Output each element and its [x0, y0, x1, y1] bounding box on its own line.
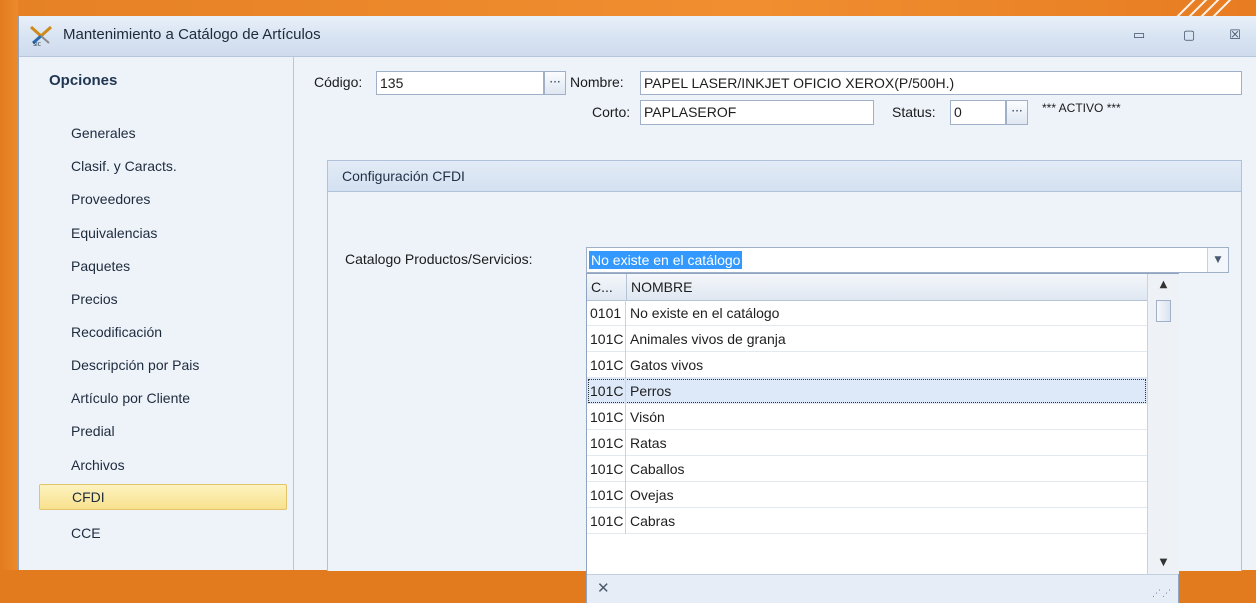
item-name: Gatos vivos: [630, 357, 704, 373]
minimize-button[interactable]: ▭: [1129, 26, 1149, 46]
corto-label: Corto:: [592, 104, 631, 120]
list-scrollbar[interactable]: ▲ ▼: [1147, 274, 1179, 574]
item-name: Cabras: [630, 513, 676, 529]
item-name: Ratas: [630, 435, 667, 451]
sidebar-item-articulo-cliente[interactable]: Artículo por Cliente: [71, 390, 190, 406]
status-lookup-button[interactable]: ···: [1006, 100, 1028, 125]
scroll-up-icon[interactable]: ▲: [1148, 276, 1179, 294]
sidebar-item-clasif[interactable]: Clasif. y Caracts.: [71, 158, 177, 174]
sidebar-item-generales[interactable]: Generales: [71, 125, 136, 141]
status-label: Status:: [892, 104, 936, 120]
catalog-selected-value: No existe en el catálogo: [589, 251, 743, 269]
cfdi-group-title: Configuración CFDI: [328, 161, 1241, 192]
corto-field[interactable]: PAPLASEROF: [640, 100, 874, 125]
sidebar-title: Opciones: [49, 72, 118, 89]
item-code: 101C: [590, 409, 624, 425]
close-button[interactable]: ☒: [1225, 26, 1245, 46]
sidebar-item-predial[interactable]: Predial: [71, 423, 115, 439]
sidebar-item-proveedores[interactable]: Proveedores: [71, 191, 150, 207]
column-header-code[interactable]: C...: [587, 274, 627, 300]
status-field[interactable]: 0: [950, 100, 1006, 125]
main-panel: Código: 135 ··· Nombre: PAPEL LASER/INKJ…: [294, 57, 1256, 603]
sidebar-item-precios[interactable]: Precios: [71, 291, 118, 307]
clear-icon[interactable]: ✕: [597, 579, 610, 597]
status-text: *** ACTIVO ***: [1042, 101, 1121, 115]
chevron-down-icon[interactable]: ▼: [1207, 248, 1228, 272]
item-code: 101C: [590, 461, 624, 477]
item-code: 101C: [590, 487, 624, 503]
sidebar-item-descripcion-pais[interactable]: Descripción por Pais: [71, 357, 199, 373]
codigo-lookup-button[interactable]: ···: [544, 71, 566, 95]
desktop-background-left: [0, 0, 18, 570]
catalog-dropdown-list[interactable]: C... NOMBRE 0101 No existe en el catálog…: [586, 273, 1179, 603]
list-item[interactable]: 101C Ratas: [587, 430, 1147, 456]
catalog-combobox[interactable]: No existe en el catálogo ▼: [586, 247, 1229, 273]
item-code: 101C: [590, 435, 624, 451]
item-name: Ovejas: [630, 487, 674, 503]
sidebar-item-recodificacion[interactable]: Recodificación: [71, 324, 162, 340]
list-item[interactable]: 101C Ovejas: [587, 482, 1147, 508]
list-item[interactable]: 101C Visón: [587, 404, 1147, 430]
sidebar-item-cfdi[interactable]: CFDI: [39, 484, 287, 510]
sidebar-item-equivalencias[interactable]: Equivalencias: [71, 225, 157, 241]
nombre-label: Nombre:: [570, 74, 624, 90]
item-code: 101C: [590, 383, 624, 399]
sic-app-icon: SIC: [29, 25, 53, 47]
item-name: Animales vivos de granja: [630, 331, 786, 347]
list-item[interactable]: 101C Gatos vivos: [587, 352, 1147, 378]
list-item[interactable]: 101C Caballos: [587, 456, 1147, 482]
list-item-highlighted[interactable]: 101C Perros: [587, 378, 1147, 404]
item-code: 101C: [590, 331, 624, 347]
title-bar[interactable]: SIC Mantenimiento a Catálogo de Artículo…: [19, 16, 1256, 57]
list-header: C... NOMBRE: [587, 274, 1147, 301]
window-title: Mantenimiento a Catálogo de Artículos: [63, 26, 321, 43]
sidebar-item-cce[interactable]: CCE: [71, 525, 101, 541]
svg-text:SIC: SIC: [33, 42, 42, 47]
catalog-label: Catalogo Productos/Servicios:: [345, 251, 533, 267]
item-name: Perros: [630, 383, 672, 399]
item-code: 0101: [590, 305, 622, 321]
column-header-nombre[interactable]: NOMBRE: [631, 274, 692, 300]
codigo-label: Código:: [314, 74, 363, 90]
item-name: Visón: [630, 409, 665, 425]
scrollbar-thumb[interactable]: [1156, 300, 1171, 322]
list-item[interactable]: 0101 No existe en el catálogo: [587, 300, 1147, 326]
list-footer: ✕ ⋰⋰: [587, 574, 1178, 603]
sidebar-item-archivos[interactable]: Archivos: [71, 457, 125, 473]
item-code: 101C: [590, 513, 624, 529]
list-item[interactable]: 101C Cabras: [587, 508, 1147, 534]
restore-button[interactable]: ▢: [1179, 26, 1199, 46]
item-code: 101C: [590, 357, 624, 373]
resize-grip-icon[interactable]: ⋰⋰: [1152, 589, 1172, 599]
codigo-field[interactable]: 135: [376, 71, 544, 95]
desktop-background-top: [0, 0, 1256, 16]
app-window: SIC Mantenimiento a Catálogo de Artículo…: [18, 16, 1256, 603]
item-name: No existe en el catálogo: [630, 305, 780, 321]
list-item[interactable]: 101C Animales vivos de granja: [587, 326, 1147, 352]
scroll-down-icon[interactable]: ▼: [1148, 554, 1179, 572]
options-sidebar: Opciones Generales Clasif. y Caracts. Pr…: [19, 57, 294, 570]
sidebar-item-paquetes[interactable]: Paquetes: [71, 258, 130, 274]
item-name: Caballos: [630, 461, 685, 477]
nombre-field[interactable]: PAPEL LASER/INKJET OFICIO XEROX(P/500H.): [640, 71, 1242, 95]
